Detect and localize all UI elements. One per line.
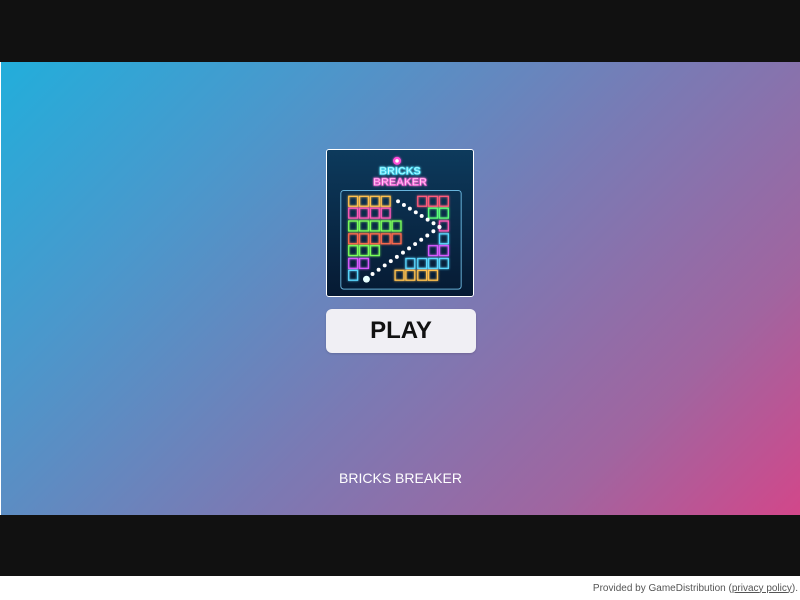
game-stage: BRICKS BREAKER PLAY BRICKS BREAKER — [1, 62, 800, 515]
trajectory-dot — [376, 267, 381, 272]
trajectory-dot — [425, 233, 430, 238]
thumbnail-art: BRICKS BREAKER — [327, 150, 473, 296]
trajectory-dot — [370, 271, 375, 276]
bottom-letterbox — [0, 515, 800, 576]
trajectory-dot — [413, 242, 418, 247]
game-thumbnail[interactable]: BRICKS BREAKER — [326, 149, 474, 297]
game-title: BRICKS BREAKER — [339, 470, 462, 486]
trajectory-dot — [419, 237, 424, 242]
trajectory-dot — [400, 250, 405, 255]
footer-suffix: ). — [791, 582, 798, 594]
launcher-ball-icon — [363, 275, 370, 283]
footer-provided-by: Provided by GameDistribution ( — [592, 582, 732, 594]
play-button[interactable]: PLAY — [326, 309, 476, 353]
trajectory-dot — [388, 259, 393, 264]
top-letterbox — [0, 0, 800, 62]
trajectory-dot — [425, 217, 430, 222]
privacy-policy-link[interactable]: privacy policy — [732, 583, 792, 594]
trajectory-dot — [413, 210, 418, 215]
trajectory-dot — [437, 224, 442, 229]
trajectory-dot — [396, 199, 400, 204]
thumb-title-line2: BREAKER — [373, 177, 427, 189]
trajectory-dot — [431, 221, 436, 226]
trajectory-dot — [401, 202, 406, 207]
trajectory-dot — [407, 246, 412, 251]
trajectory-dot — [419, 213, 424, 218]
trajectory-dot — [382, 263, 387, 268]
trajectory-dot — [407, 206, 412, 211]
trajectory-dot — [431, 229, 436, 234]
footer-attribution: Provided by GameDistribution (privacy po… — [0, 576, 800, 600]
trajectory-dot — [394, 254, 399, 259]
